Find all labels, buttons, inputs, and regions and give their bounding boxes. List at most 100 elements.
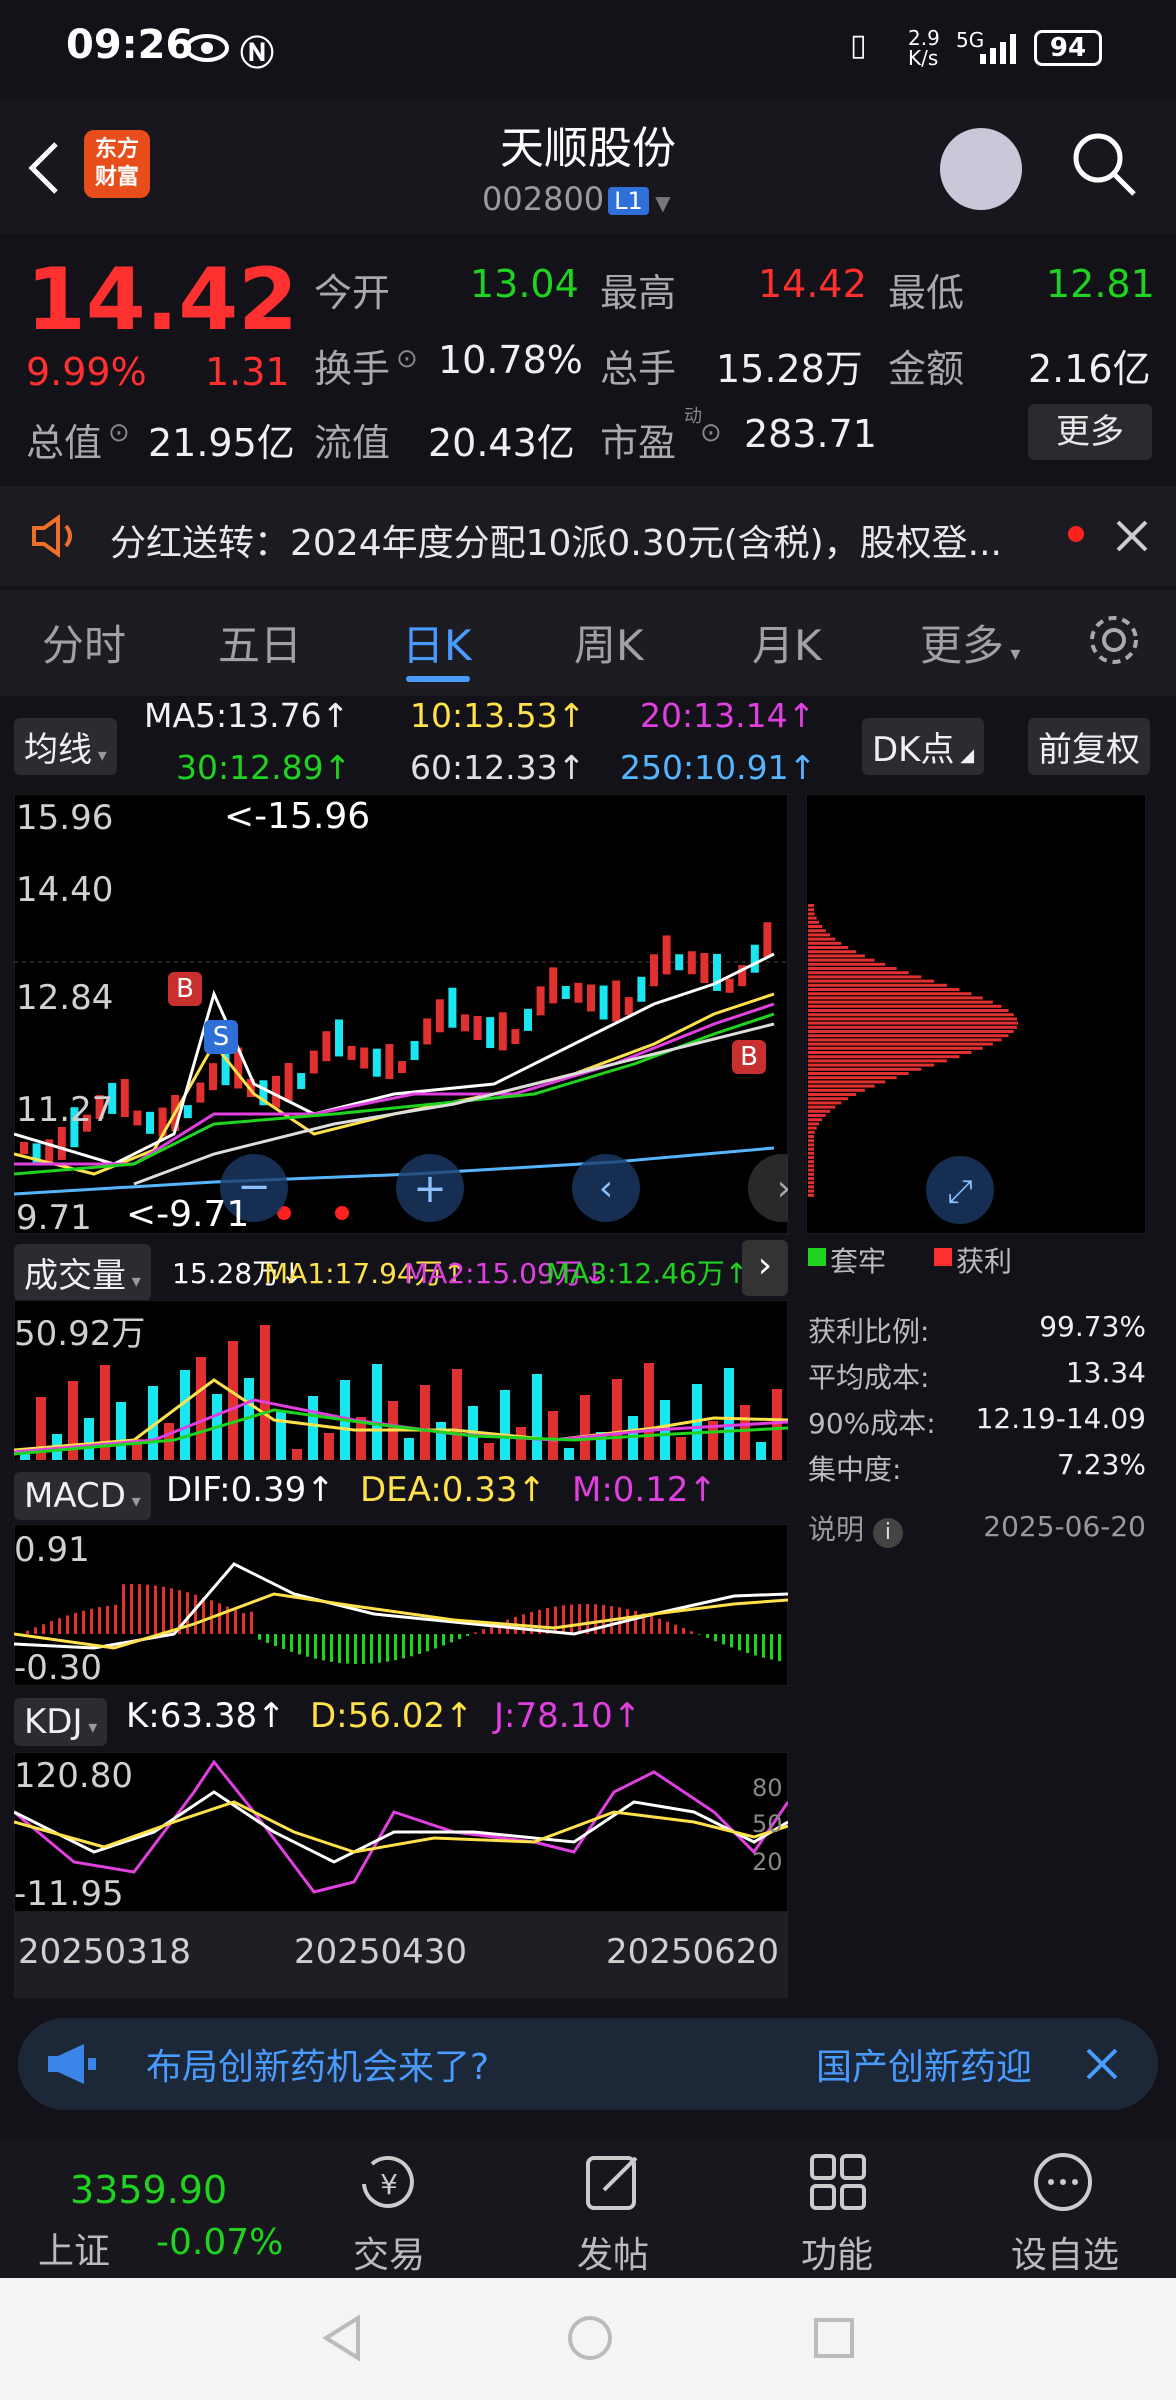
ma60-value: 60:12.33↑ [410,748,586,787]
buy-signal[interactable]: B [168,972,202,1006]
gear-icon[interactable] [1086,612,1142,668]
macd-chart[interactable] [14,1524,788,1686]
add-watchlist-button[interactable]: 设自选 [1000,2226,1130,2278]
price-axis-label: 9.71 [16,1198,92,1238]
search-icon[interactable] [1070,130,1140,200]
tab-monthly-k[interactable]: 月K [752,612,822,673]
chip-distribution-chart: ⤢ [806,794,1146,1234]
chip-bar [808,912,815,916]
macd-bar [346,1634,349,1664]
stock-code[interactable]: 002800 L1 ▼ [482,180,671,218]
candle [57,1126,66,1160]
macd-selector[interactable]: MACD ▾ [14,1472,151,1520]
candle [687,951,696,975]
min-price-marker: <-9.71 [126,1194,250,1235]
ad-ticker[interactable]: 国产创新药迎 [816,2038,1052,2090]
chip-bar [808,1151,814,1155]
chip-bar [808,950,857,954]
index-value[interactable]: 3359.90 [70,2168,227,2212]
volume-indicator-selector[interactable]: 成交量 ▾ [14,1244,151,1301]
robot-avatar[interactable] [940,128,1022,210]
chip-bar [808,908,814,912]
volume-bar [644,1363,654,1460]
tab-five-day[interactable]: 五日 [218,612,302,673]
info-icon[interactable]: ⊙ [700,418,722,448]
chip-bar [808,1168,814,1172]
chevron-right-icon: › [777,1168,788,1209]
chip-note-link[interactable]: 说明 i [808,1508,903,1548]
candle [322,1031,331,1062]
signal-icon [980,34,1016,64]
chip-bar [808,1109,831,1113]
tab-intraday[interactable]: 分时 [42,612,126,673]
more-button[interactable]: 更多 [1028,404,1152,460]
macd-bar [354,1634,357,1664]
nav-back-icon[interactable] [318,2312,366,2364]
dk-point-selector[interactable]: DK点 ◢ [862,718,985,775]
trade-button[interactable]: 交易 [334,2226,444,2278]
info-icon[interactable]: ⊙ [108,418,130,448]
close-icon[interactable] [1082,2044,1122,2084]
candle [486,1017,495,1049]
index-name[interactable]: 上证 [38,2222,110,2274]
vibrate-icon: ▯ [850,28,867,63]
volume-bar [612,1379,622,1460]
tab-more[interactable]: 更多 ▾ [920,612,1020,673]
concentration-value: 7.23% [1057,1448,1146,1481]
sell-signal[interactable]: S [204,1020,238,1054]
ma-selector[interactable]: 均线 ▾ [14,718,117,775]
grid-icon[interactable] [806,2150,870,2214]
candle [133,1110,142,1126]
nav-recents-icon[interactable] [810,2314,858,2362]
change-amount: 1.31 [205,350,290,394]
chip-bar [808,1126,817,1130]
buy-signal[interactable]: B [732,1040,766,1074]
chip-bar [808,1147,814,1151]
ad-text[interactable]: 布局创新药机会来了? [146,2038,489,2090]
expand-icon[interactable]: ⤢ [947,1172,973,1210]
macd-bar [674,1624,677,1634]
volume-bar [516,1427,526,1460]
avg-cost-label: 平均成本: [808,1361,930,1394]
macd-bar [114,1604,117,1634]
volume-bar [740,1405,750,1460]
adjust-selector[interactable]: 前复权 [1028,718,1150,775]
nav-home-icon[interactable] [564,2312,616,2364]
post-button[interactable]: 发帖 [558,2226,668,2278]
kline-chart[interactable]: − + ‹ › [14,794,788,1234]
volume-bar [564,1448,574,1460]
trade-icon[interactable]: ¥ [354,2150,424,2214]
volume-bar [500,1390,510,1460]
candle [120,1079,129,1118]
info-icon[interactable]: ⊙ [396,344,418,374]
candle [309,1050,318,1074]
macd-bar [570,1604,573,1634]
candle [272,1075,280,1108]
macd-bar [562,1605,565,1634]
amount-label: 金额 [888,347,965,391]
candle [385,1044,394,1080]
macd-bar [322,1634,325,1661]
tab-daily-k[interactable]: 日K [402,612,472,673]
index-change[interactable]: -0.07% [156,2222,283,2263]
macd-bar [706,1634,709,1638]
chip-bar [808,958,875,962]
post-icon[interactable] [582,2150,644,2214]
macd-bar [314,1634,317,1659]
chip-bar [808,1038,1002,1042]
volume-ma3: MA3:12.46万↑ [546,1257,749,1290]
macd-bar [722,1634,725,1645]
function-button[interactable]: 功能 [782,2226,892,2278]
profit-legend-label: 获利 [956,1245,1013,1278]
chip-bar [808,1076,897,1080]
notice-text[interactable]: 分红送转：2024年度分配10派0.30元(含税)，股权登... [110,514,1050,566]
chip-bar [808,1097,849,1101]
candle [612,980,621,1022]
tab-weekly-k[interactable]: 周K [574,612,644,673]
chevron-right-icon[interactable]: › [742,1240,788,1296]
macd-bar [98,1607,101,1634]
more-dots-icon[interactable] [1030,2150,1096,2214]
chip-bar [808,1164,814,1168]
close-icon[interactable] [1112,516,1152,556]
kdj-selector[interactable]: KDJ ▾ [14,1698,108,1746]
